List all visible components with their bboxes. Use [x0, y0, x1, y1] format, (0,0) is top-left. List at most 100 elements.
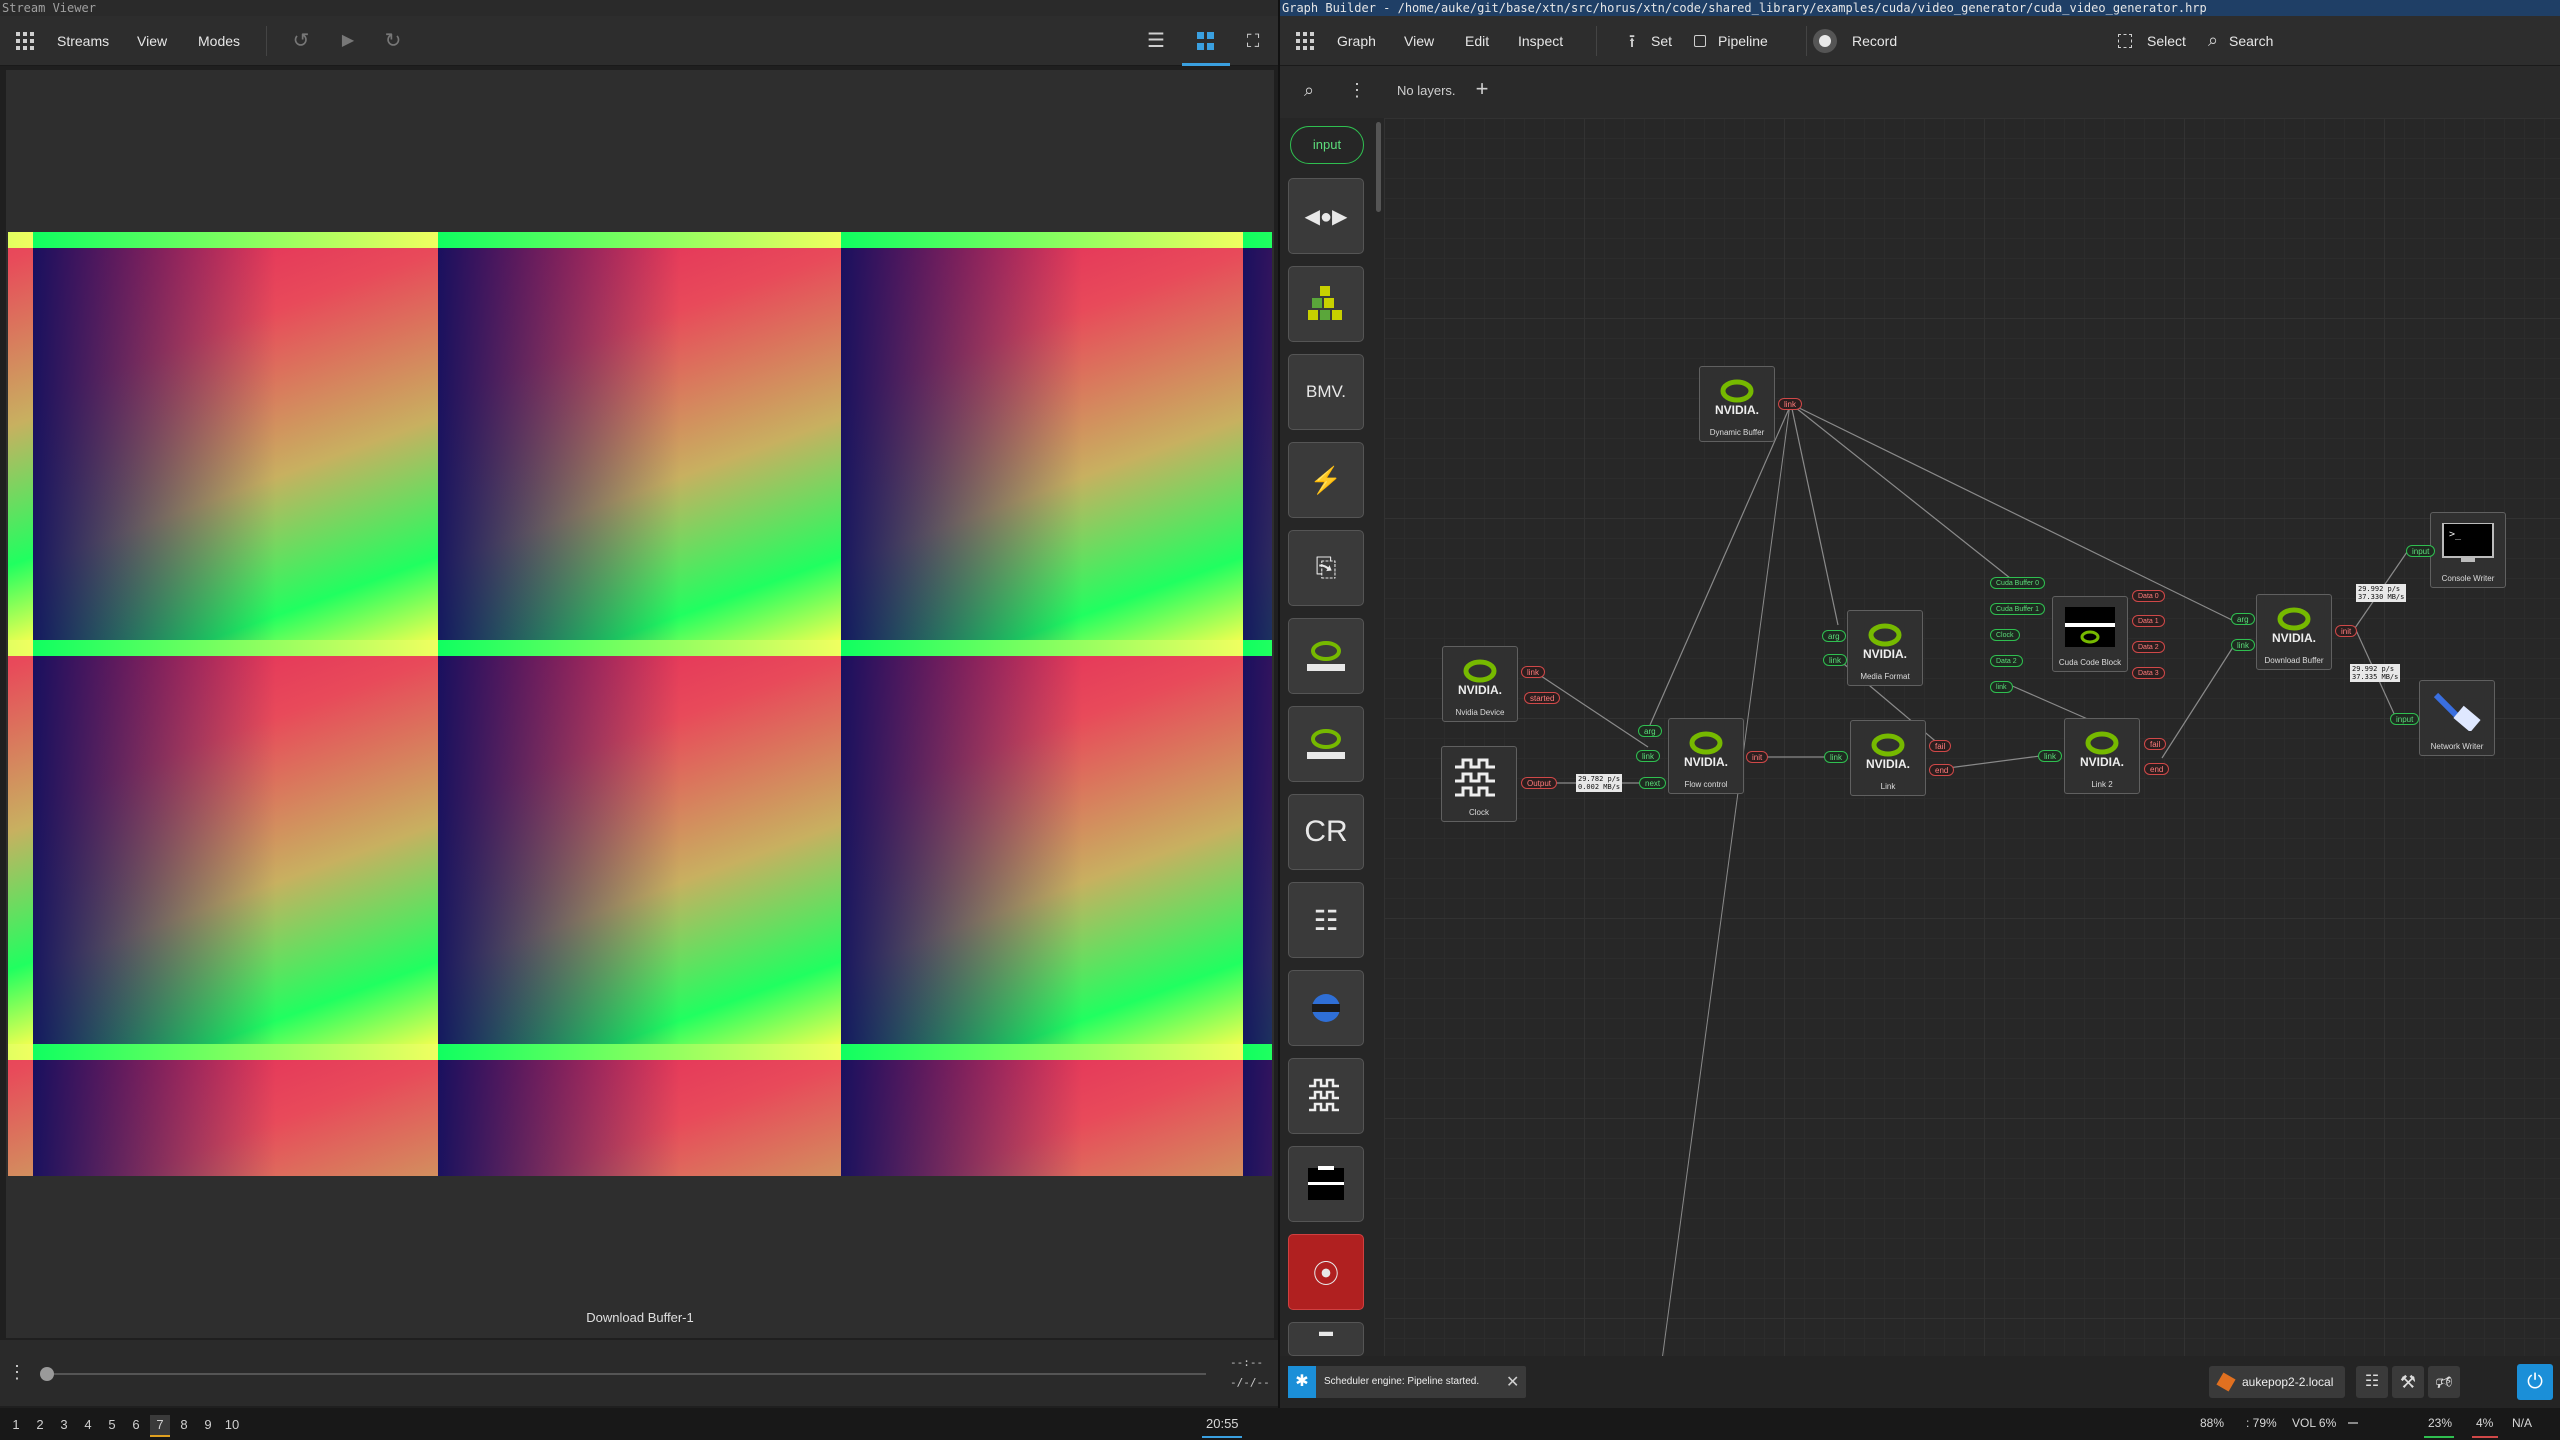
- port-link-in[interactable]: link: [2231, 639, 2256, 651]
- nvidia-logo-icon: NVIDIA.: [2080, 731, 2124, 769]
- node-clock[interactable]: Clock: [1441, 746, 1517, 822]
- workspace-5[interactable]: 5: [102, 1415, 122, 1435]
- node-download-buffer[interactable]: NVIDIA. Download Buffer: [2256, 594, 2332, 670]
- node-label: Link 2: [2091, 780, 2113, 789]
- node-flow-control[interactable]: NVIDIA. Flow control: [1668, 718, 1744, 794]
- port-data1-out[interactable]: Data 1: [2132, 615, 2165, 627]
- port-cuda-buffer-0[interactable]: Cuda Buffer 0: [1990, 577, 2046, 589]
- port-link-in[interactable]: link: [1990, 681, 2013, 693]
- spinner-icon: ✱: [1288, 1366, 1316, 1398]
- port-input[interactable]: input: [2390, 713, 2420, 725]
- node-console-writer[interactable]: >_ Console Writer: [2430, 512, 2506, 588]
- volume-slider[interactable]: [2348, 1422, 2358, 1424]
- port-fail-out[interactable]: fail: [2144, 738, 2167, 750]
- mem-bar: [2472, 1436, 2498, 1438]
- svg-text:NVIDIA.: NVIDIA.: [2272, 631, 2316, 645]
- node-nvidia-device[interactable]: NVIDIA. Nvidia Device: [1442, 646, 1518, 722]
- nvidia-logo-icon: NVIDIA.: [1866, 733, 1910, 771]
- clock-underline: [1202, 1436, 1242, 1438]
- port-link-out[interactable]: link: [1521, 666, 1546, 678]
- brightness-status: : 79%: [2246, 1416, 2277, 1430]
- rate-label: 29.782 p/s 0.002 MB/s: [1576, 774, 1623, 792]
- megaphone-icon[interactable]: 🕫: [2428, 1366, 2460, 1398]
- port-link-out[interactable]: link: [1778, 398, 1803, 410]
- notification-toast: ✱ Scheduler engine: Pipeline started. ✕: [1288, 1366, 1526, 1398]
- port-init-out[interactable]: init: [1746, 751, 1769, 763]
- workspace-9[interactable]: 9: [198, 1415, 218, 1435]
- node-media-format[interactable]: NVIDIA. Media Format: [1847, 610, 1923, 686]
- nvidia-logo-icon: NVIDIA.: [2272, 607, 2316, 645]
- port-output[interactable]: Output: [1521, 777, 1558, 789]
- code-block-icon: [2065, 607, 2115, 647]
- port-link-in[interactable]: link: [1823, 654, 1848, 666]
- port-data0-out[interactable]: Data 0: [2132, 590, 2165, 602]
- clock: 20:55: [1206, 1416, 1239, 1431]
- workspace-4[interactable]: 4: [78, 1415, 98, 1435]
- rate-label: 29.992 p/s 37.335 MB/s: [2350, 664, 2401, 682]
- nvidia-logo-icon: NVIDIA.: [1458, 659, 1502, 697]
- port-next-in[interactable]: next: [1639, 777, 1667, 789]
- node-cuda-code-block[interactable]: Cuda Code Block: [2052, 596, 2128, 672]
- edge-dynbuf-media: [1790, 403, 1839, 626]
- workspace-1[interactable]: 1: [6, 1415, 26, 1435]
- edge-dynbuf-cuda: [1790, 403, 2011, 579]
- node-dynamic-buffer[interactable]: NVIDIA. Dynamic Buffer: [1699, 366, 1775, 442]
- port-link-in[interactable]: link: [1636, 750, 1661, 762]
- port-input[interactable]: input: [2406, 545, 2436, 557]
- node-label: Flow control: [1684, 780, 1728, 789]
- node-link[interactable]: NVIDIA. Link: [1850, 720, 1926, 796]
- port-data2-in[interactable]: Data 2: [1990, 655, 2023, 667]
- rss-icon[interactable]: ☷: [2356, 1366, 2388, 1398]
- edge-link2-download: [2161, 643, 2236, 759]
- node-label: Media Format: [1860, 672, 1910, 681]
- cpu-bar: [2424, 1436, 2454, 1438]
- port-end-out[interactable]: end: [2144, 763, 2170, 775]
- node-label: Link: [1880, 782, 1896, 791]
- node-label: Nvidia Device: [1455, 708, 1505, 717]
- clock-wave-icon: [1455, 758, 1495, 797]
- power-icon[interactable]: ⏻: [2517, 1364, 2553, 1400]
- node-label: Dynamic Buffer: [1709, 428, 1765, 437]
- workspace-8[interactable]: 8: [174, 1415, 194, 1435]
- host-chip[interactable]: aukepop2-2.local: [2209, 1366, 2345, 1398]
- cpu-status: 23%: [2428, 1416, 2453, 1430]
- notification-text: Scheduler engine: Pipeline started.: [1324, 1376, 1480, 1387]
- port-arg-in[interactable]: arg: [1822, 630, 1846, 642]
- nvidia-logo-icon: NVIDIA.: [1684, 731, 1728, 769]
- nvidia-logo-icon: NVIDIA.: [1715, 379, 1759, 417]
- host-icon: [2216, 1372, 2236, 1392]
- node-network-writer[interactable]: Network Writer: [2419, 680, 2495, 756]
- workspace-2[interactable]: 2: [30, 1415, 50, 1435]
- port-data3-out[interactable]: Data 3: [2132, 667, 2165, 679]
- workspace-10[interactable]: 10: [222, 1415, 242, 1435]
- port-link-in[interactable]: link: [2038, 750, 2063, 762]
- svg-text:>_: >_: [2449, 529, 2462, 540]
- volume-status: VOL 6%: [2292, 1416, 2337, 1430]
- node-link2[interactable]: NVIDIA. Link 2: [2064, 718, 2140, 794]
- port-data2-out[interactable]: Data 2: [2132, 641, 2165, 653]
- port-cuda-buffer-1[interactable]: Cuda Buffer 1: [1990, 603, 2046, 615]
- port-started-out[interactable]: started: [1524, 692, 1561, 704]
- workspace-6[interactable]: 6: [126, 1415, 146, 1435]
- port-fail-out[interactable]: fail: [1929, 740, 1952, 752]
- host-name: aukepop2-2.local: [2242, 1375, 2334, 1389]
- port-arg-in[interactable]: arg: [1638, 725, 1662, 737]
- svg-text:NVIDIA.: NVIDIA.: [1684, 755, 1728, 769]
- system-status-bar: 1 2 3 4 5 6 7 8 9 10 20:55 88% : 79% VOL 6% 23% 4…: [0, 1408, 2560, 1440]
- port-end-out[interactable]: end: [1929, 764, 1955, 776]
- tools-icon[interactable]: ⚒: [2392, 1366, 2424, 1398]
- svg-text:NVIDIA.: NVIDIA.: [2080, 755, 2124, 769]
- terminal-icon: >_: [2442, 523, 2494, 562]
- graph-connection-lines: [1534, 403, 2408, 784]
- workspace-7[interactable]: 7: [150, 1415, 170, 1437]
- port-arg-in[interactable]: arg: [2231, 613, 2255, 625]
- graph-bottom-bar: ✱ Scheduler engine: Pipeline started. ✕ …: [1280, 1356, 2560, 1408]
- node-label: Clock: [1468, 808, 1489, 817]
- port-clock-in[interactable]: Clock: [1990, 629, 2020, 641]
- workspace-3[interactable]: 3: [54, 1415, 74, 1435]
- port-link-in[interactable]: link: [1824, 751, 1849, 763]
- svg-text:NVIDIA.: NVIDIA.: [1863, 647, 1907, 661]
- port-init-out[interactable]: init: [2335, 625, 2358, 637]
- node-label: Download Buffer: [2264, 656, 2324, 665]
- close-icon[interactable]: ✕: [1506, 1372, 1519, 1392]
